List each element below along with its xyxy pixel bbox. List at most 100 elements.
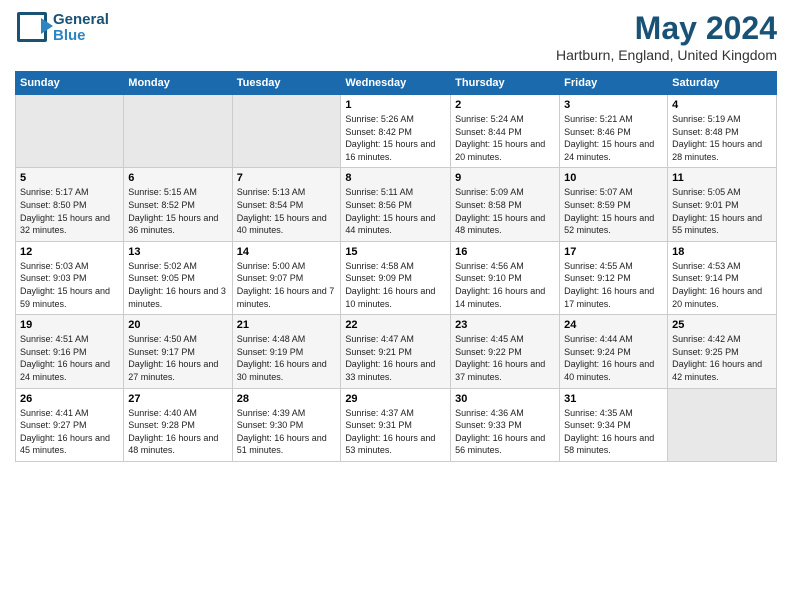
day-cell: 28 Sunrise: 4:39 AM Sunset: 9:30 PM Dayl… [232, 388, 341, 461]
day-number: 2 [455, 99, 555, 111]
day-info: Sunrise: 5:05 AM Sunset: 9:01 PM Dayligh… [672, 186, 772, 236]
day-info: Sunrise: 5:26 AM Sunset: 8:42 PM Dayligh… [345, 113, 446, 163]
sunset-label: Sunset: 9:24 PM [564, 347, 631, 357]
day-number: 11 [672, 172, 772, 184]
sunrise-label: Sunrise: 5:07 AM [564, 187, 633, 197]
daylight-label: Daylight: 15 hours and 16 minutes. [345, 139, 435, 162]
day-cell: 11 Sunrise: 5:05 AM Sunset: 9:01 PM Dayl… [668, 168, 777, 241]
day-info: Sunrise: 4:51 AM Sunset: 9:16 PM Dayligh… [20, 333, 119, 383]
daylight-label: Daylight: 15 hours and 44 minutes. [345, 213, 435, 236]
day-number: 30 [455, 393, 555, 405]
day-number: 14 [237, 246, 337, 258]
day-info: Sunrise: 5:02 AM Sunset: 9:05 PM Dayligh… [128, 260, 227, 310]
sunset-label: Sunset: 8:54 PM [237, 200, 304, 210]
day-info: Sunrise: 4:56 AM Sunset: 9:10 PM Dayligh… [455, 260, 555, 310]
day-number: 9 [455, 172, 555, 184]
day-info: Sunrise: 4:55 AM Sunset: 9:12 PM Dayligh… [564, 260, 663, 310]
sunrise-label: Sunrise: 5:13 AM [237, 187, 306, 197]
day-number: 25 [672, 319, 772, 331]
daylight-label: Daylight: 16 hours and 53 minutes. [345, 433, 435, 456]
day-cell: 9 Sunrise: 5:09 AM Sunset: 8:58 PM Dayli… [451, 168, 560, 241]
week-row-1: 1 Sunrise: 5:26 AM Sunset: 8:42 PM Dayli… [16, 95, 777, 168]
sunrise-label: Sunrise: 5:21 AM [564, 114, 633, 124]
sunrise-label: Sunrise: 5:15 AM [128, 187, 197, 197]
sunset-label: Sunset: 9:25 PM [672, 347, 739, 357]
day-cell: 29 Sunrise: 4:37 AM Sunset: 9:31 PM Dayl… [341, 388, 451, 461]
day-number: 13 [128, 246, 227, 258]
sunset-label: Sunset: 9:09 PM [345, 273, 412, 283]
day-cell: 24 Sunrise: 4:44 AM Sunset: 9:24 PM Dayl… [560, 315, 668, 388]
daylight-label: Daylight: 15 hours and 36 minutes. [128, 213, 218, 236]
day-number: 10 [564, 172, 663, 184]
calendar-page: General Blue May 2024 Hartburn, England,… [0, 0, 792, 612]
day-cell: 4 Sunrise: 5:19 AM Sunset: 8:48 PM Dayli… [668, 95, 777, 168]
sunset-label: Sunset: 9:33 PM [455, 420, 522, 430]
daylight-label: Daylight: 16 hours and 17 minutes. [564, 286, 654, 309]
day-cell: 30 Sunrise: 4:36 AM Sunset: 9:33 PM Dayl… [451, 388, 560, 461]
day-cell: 31 Sunrise: 4:35 AM Sunset: 9:34 PM Dayl… [560, 388, 668, 461]
day-info: Sunrise: 5:21 AM Sunset: 8:46 PM Dayligh… [564, 113, 663, 163]
day-number: 7 [237, 172, 337, 184]
daylight-label: Daylight: 15 hours and 28 minutes. [672, 139, 762, 162]
day-info: Sunrise: 4:35 AM Sunset: 9:34 PM Dayligh… [564, 407, 663, 457]
week-row-5: 26 Sunrise: 4:41 AM Sunset: 9:27 PM Dayl… [16, 388, 777, 461]
daylight-label: Daylight: 15 hours and 40 minutes. [237, 213, 327, 236]
sunrise-label: Sunrise: 4:41 AM [20, 408, 89, 418]
header-row: Sunday Monday Tuesday Wednesday Thursday… [16, 72, 777, 95]
daylight-label: Daylight: 15 hours and 32 minutes. [20, 213, 110, 236]
day-cell: 15 Sunrise: 4:58 AM Sunset: 9:09 PM Dayl… [341, 241, 451, 314]
sunset-label: Sunset: 9:19 PM [237, 347, 304, 357]
day-info: Sunrise: 4:45 AM Sunset: 9:22 PM Dayligh… [455, 333, 555, 383]
col-friday: Friday [560, 72, 668, 95]
sunrise-label: Sunrise: 5:05 AM [672, 187, 741, 197]
sunset-label: Sunset: 8:58 PM [455, 200, 522, 210]
daylight-label: Daylight: 15 hours and 52 minutes. [564, 213, 654, 236]
day-info: Sunrise: 4:53 AM Sunset: 9:14 PM Dayligh… [672, 260, 772, 310]
day-info: Sunrise: 4:50 AM Sunset: 9:17 PM Dayligh… [128, 333, 227, 383]
daylight-label: Daylight: 16 hours and 30 minutes. [237, 359, 327, 382]
day-cell [668, 388, 777, 461]
sunrise-label: Sunrise: 5:03 AM [20, 261, 89, 271]
day-number: 12 [20, 246, 119, 258]
day-number: 8 [345, 172, 446, 184]
day-cell [124, 95, 232, 168]
sunrise-label: Sunrise: 5:00 AM [237, 261, 306, 271]
day-cell: 17 Sunrise: 4:55 AM Sunset: 9:12 PM Dayl… [560, 241, 668, 314]
header: General Blue May 2024 Hartburn, England,… [15, 10, 777, 63]
month-title: May 2024 [556, 10, 777, 47]
sunset-label: Sunset: 9:12 PM [564, 273, 631, 283]
day-cell: 19 Sunrise: 4:51 AM Sunset: 9:16 PM Dayl… [16, 315, 124, 388]
daylight-label: Daylight: 16 hours and 20 minutes. [672, 286, 762, 309]
daylight-label: Daylight: 15 hours and 20 minutes. [455, 139, 545, 162]
day-cell: 20 Sunrise: 4:50 AM Sunset: 9:17 PM Dayl… [124, 315, 232, 388]
day-number: 24 [564, 319, 663, 331]
daylight-label: Daylight: 16 hours and 24 minutes. [20, 359, 110, 382]
day-info: Sunrise: 4:44 AM Sunset: 9:24 PM Dayligh… [564, 333, 663, 383]
day-cell: 26 Sunrise: 4:41 AM Sunset: 9:27 PM Dayl… [16, 388, 124, 461]
sunset-label: Sunset: 9:17 PM [128, 347, 195, 357]
day-cell: 23 Sunrise: 4:45 AM Sunset: 9:22 PM Dayl… [451, 315, 560, 388]
day-cell: 5 Sunrise: 5:17 AM Sunset: 8:50 PM Dayli… [16, 168, 124, 241]
day-info: Sunrise: 4:36 AM Sunset: 9:33 PM Dayligh… [455, 407, 555, 457]
day-number: 26 [20, 393, 119, 405]
col-tuesday: Tuesday [232, 72, 341, 95]
sunset-label: Sunset: 9:34 PM [564, 420, 631, 430]
sunrise-label: Sunrise: 5:24 AM [455, 114, 524, 124]
sunset-label: Sunset: 9:10 PM [455, 273, 522, 283]
day-number: 5 [20, 172, 119, 184]
daylight-label: Daylight: 15 hours and 24 minutes. [564, 139, 654, 162]
day-number: 22 [345, 319, 446, 331]
sunrise-label: Sunrise: 4:42 AM [672, 334, 741, 344]
col-wednesday: Wednesday [341, 72, 451, 95]
day-info: Sunrise: 4:58 AM Sunset: 9:09 PM Dayligh… [345, 260, 446, 310]
day-cell: 10 Sunrise: 5:07 AM Sunset: 8:59 PM Dayl… [560, 168, 668, 241]
day-info: Sunrise: 4:39 AM Sunset: 9:30 PM Dayligh… [237, 407, 337, 457]
day-info: Sunrise: 5:11 AM Sunset: 8:56 PM Dayligh… [345, 186, 446, 236]
day-info: Sunrise: 5:15 AM Sunset: 8:52 PM Dayligh… [128, 186, 227, 236]
sunrise-label: Sunrise: 5:02 AM [128, 261, 197, 271]
logo-general: General [53, 12, 109, 29]
sunset-label: Sunset: 9:28 PM [128, 420, 195, 430]
day-number: 18 [672, 246, 772, 258]
day-number: 27 [128, 393, 227, 405]
col-monday: Monday [124, 72, 232, 95]
